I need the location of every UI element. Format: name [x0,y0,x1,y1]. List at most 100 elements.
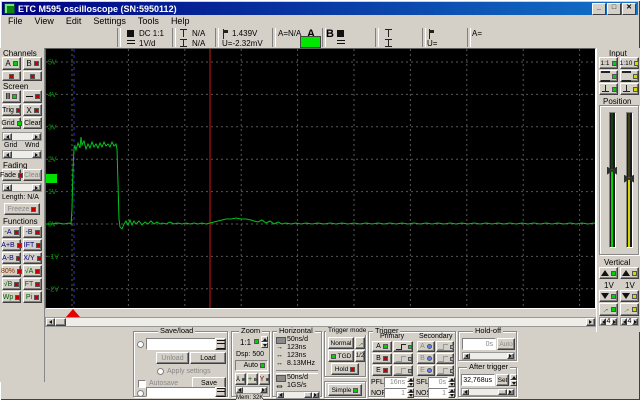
scroll-left-icon[interactable] [462,389,469,395]
function-ift-button[interactable]: IFT [23,239,42,251]
scroll-thumb[interactable] [304,392,312,398]
maximize-icon[interactable]: □ [607,2,621,15]
trigger-primary-a-button[interactable]: A [372,341,392,352]
function-wp-button[interactable]: Wp [2,291,21,303]
trigger-primary-a-edge-button[interactable] [393,341,413,352]
function-sqrt-b-button[interactable]: √B [2,278,21,290]
channel-b-button[interactable]: B [23,57,42,70]
scroll-left-icon[interactable] [236,387,243,393]
after-trigger-set-button[interactable]: Set [496,374,509,386]
function-sqrt-a-button[interactable]: √A [23,265,42,277]
input-1-1-button[interactable]: 1:1 [599,57,618,69]
half-button[interactable]: 1/2 [355,350,365,362]
scope-display[interactable]: 5V 4V 3V 2V 1V 0V -1V -2V [45,48,596,309]
tgd-toggle-button[interactable]: TGD [328,350,354,362]
trigger-position-marker[interactable] [66,309,80,317]
save-file-combo[interactable] [146,387,216,397]
channel-b-aux-button[interactable] [23,71,42,81]
freeze-button[interactable]: Freeze [4,203,40,215]
trigger-secondary-e-button[interactable]: E [417,365,435,376]
saveload-radio-1[interactable] [137,341,144,348]
simple-mode-button[interactable]: Simple [328,384,362,396]
vertical-a-down-button[interactable] [599,290,618,302]
unload-button[interactable]: Unload [156,352,189,364]
coupling-a-button[interactable] [599,70,618,82]
holdoff-auto-button[interactable]: Auto [497,338,515,350]
scope-horizontal-scrollbar[interactable] [45,317,596,327]
scroll-right-icon[interactable] [260,387,267,393]
trigger-secondary-e-edge-button[interactable] [436,365,454,376]
menu-settings[interactable]: Settings [87,16,132,26]
spin-down-icon[interactable] [448,382,455,387]
scroll-left-icon[interactable] [463,353,470,359]
function-pi-button[interactable]: Pi [23,291,42,303]
pfl-field[interactable]: 16ns [384,377,407,388]
zoom-tool-2-button[interactable]: + [247,373,258,385]
load-button[interactable]: Load [190,352,226,364]
function-a-minus-b-button[interactable]: A-B [2,252,21,264]
coupling-b-button[interactable] [620,70,639,82]
vertical-a-up-button[interactable] [599,267,618,279]
function-80pct-button[interactable]: 80% [1,265,23,277]
waveform-edit-b-button[interactable]: → [620,303,639,316]
nos-spinner[interactable] [448,388,455,398]
vertical-a-spinner[interactable]: 4 [599,317,618,326]
horizontal-scrollbar[interactable] [276,391,320,399]
apply-settings-radio[interactable] [157,368,164,375]
scroll-left-icon[interactable] [3,151,12,158]
trigger-primary-e-edge-button[interactable] [393,365,413,376]
spin-down-icon[interactable] [407,382,414,387]
scroll-right-icon[interactable] [586,318,595,326]
vertical-b-down-button[interactable] [620,290,639,302]
menu-view[interactable]: View [29,16,60,26]
load-file-dropdown-icon[interactable] [215,338,226,350]
function-xy-button[interactable]: X/Y [23,252,42,264]
fade-clear-button[interactable]: Clear [23,169,42,181]
scroll-left-icon[interactable] [277,392,284,398]
close-icon[interactable]: ✕ [622,2,636,15]
holdoff-scrollbar[interactable] [462,352,515,360]
holdoff-field[interactable]: 0s [462,338,496,350]
spin-down-icon[interactable] [510,380,517,386]
trigger-primary-e-button[interactable]: E [372,365,392,376]
menu-edit[interactable]: Edit [60,16,88,26]
trigger-secondary-b-button[interactable]: B [417,353,435,364]
input-1-10-button[interactable]: 1:10 [620,57,640,69]
trigger-primary-b-edge-button[interactable] [393,353,413,364]
function-neg-b-button[interactable]: -B [23,226,42,238]
spin-right-icon[interactable] [632,318,638,325]
ground-a-button[interactable] [599,83,618,95]
vertical-b-spinner[interactable]: 4 [620,317,639,326]
position-slider-b[interactable] [624,112,634,248]
scroll-left-icon[interactable] [3,133,12,140]
channel-a-button[interactable]: A [2,57,21,70]
nos-field[interactable]: 1 [428,388,448,398]
screen-trig-button[interactable]: Trig [2,104,21,116]
trigger-secondary-b-edge-button[interactable] [436,353,454,364]
screen-clear-button[interactable]: Clear [23,117,42,129]
after-trigger-field[interactable]: 32,768us [461,374,495,386]
waveform-edit-a-button[interactable]: → [599,303,618,316]
menu-help[interactable]: Help [165,16,196,26]
spin-right-icon[interactable] [611,318,617,325]
zoom-auto-label[interactable]: Auto [244,362,258,369]
titlebar[interactable]: ETC M595 oscilloscope (SN:5950112) _ □ ✕ [2,2,638,15]
vertical-b-up-button[interactable] [620,267,639,279]
function-ft-button[interactable]: FT [23,278,42,290]
minimize-icon[interactable]: _ [592,2,606,15]
zoom-tool-3-button[interactable]: Y [259,373,270,385]
ground-b-button[interactable] [620,83,639,95]
scroll-thumb[interactable] [55,318,66,326]
scroll-right-icon[interactable] [32,184,41,191]
spin-down-icon[interactable] [407,393,414,398]
screen-grid-button[interactable]: Grid [1,117,22,129]
scroll-right-icon[interactable] [32,151,41,158]
function-neg-a-button[interactable]: -A [2,226,21,238]
function-a-plus-b-button[interactable]: A+B [1,239,22,251]
sfl-spinner[interactable] [448,377,455,387]
screen-pause-button[interactable]: II [2,90,21,103]
scroll-left-icon[interactable] [46,318,55,326]
autosave-checkbox[interactable] [138,380,146,388]
hold-button[interactable]: Hold [331,363,359,375]
nop-spinner[interactable] [407,388,414,398]
